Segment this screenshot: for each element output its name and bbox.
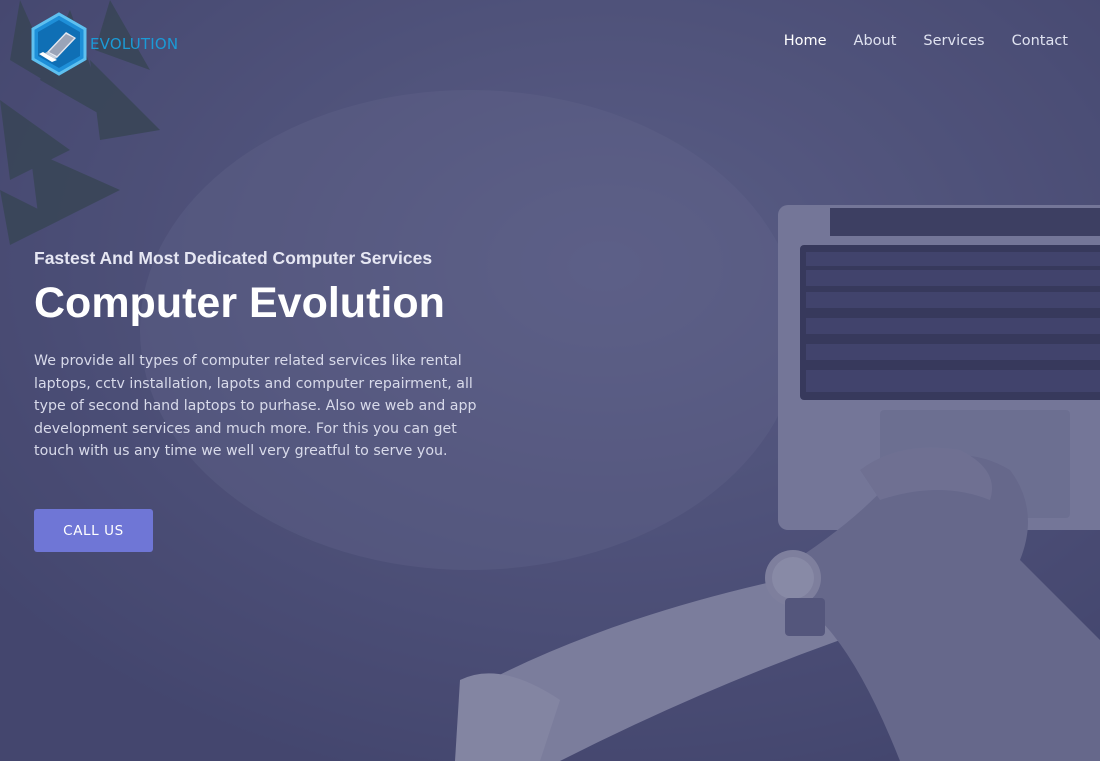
- nav-about[interactable]: About: [854, 33, 897, 49]
- main-nav: Home About Services Contact: [757, 33, 1068, 49]
- logo-text: EVOLUTION: [90, 35, 179, 53]
- hero-section: EVOLUTION Home About Services Contact Fa…: [0, 0, 1100, 761]
- hero-description: We provide all types of computer related…: [34, 353, 477, 460]
- call-us-button[interactable]: CALL US: [34, 509, 153, 552]
- nav-services[interactable]: Services: [923, 33, 984, 49]
- logo[interactable]: EVOLUTION: [30, 12, 178, 76]
- hero-content: Fastest And Most Dedicated Computer Serv…: [34, 248, 504, 463]
- site-header: EVOLUTION Home About Services Contact: [0, 0, 1100, 86]
- hero-title: Computer Evolution: [34, 279, 445, 327]
- nav-contact[interactable]: Contact: [1012, 33, 1068, 49]
- hero-subtitle: Fastest And Most Dedicated Computer Serv…: [34, 248, 433, 268]
- nav-home[interactable]: Home: [784, 33, 827, 49]
- laptop-hexagon-icon: [31, 12, 87, 76]
